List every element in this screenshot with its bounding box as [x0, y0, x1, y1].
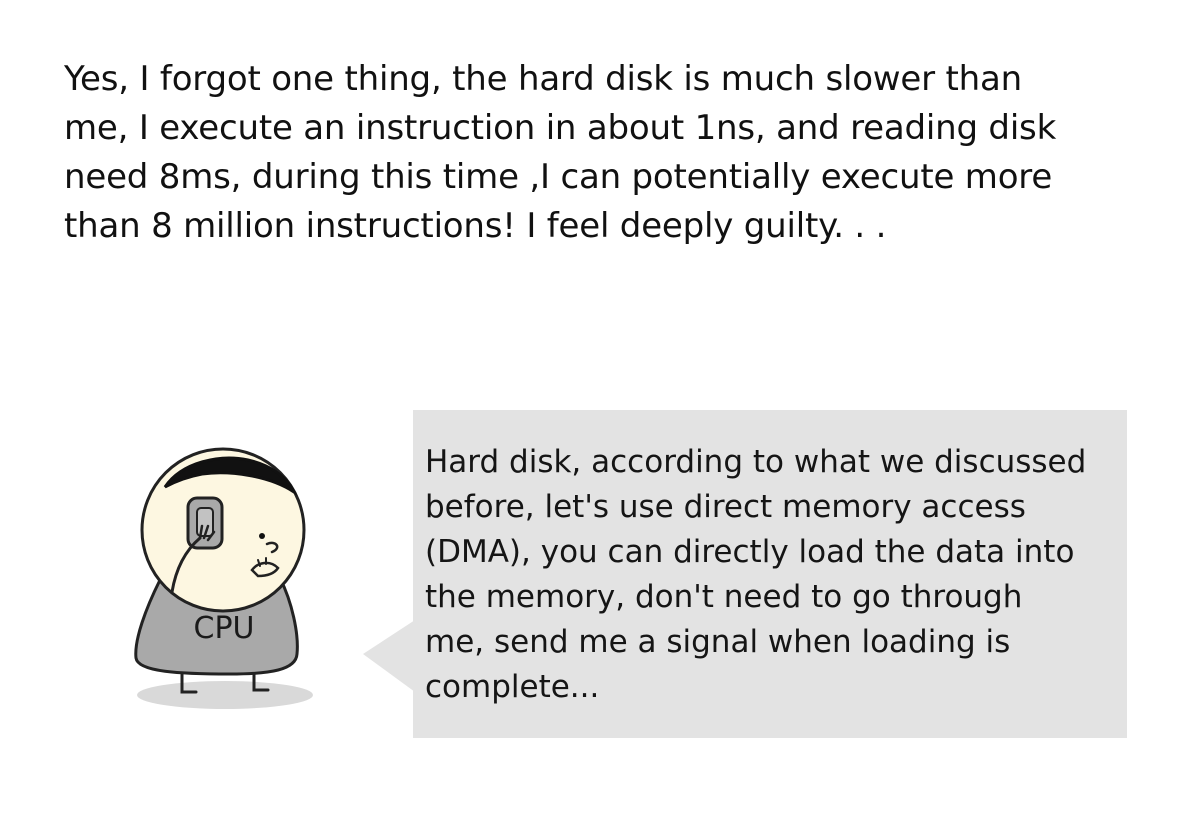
bubble-line: Hard disk, according to what we discusse…	[425, 444, 1087, 480]
character-shadow	[137, 681, 313, 709]
character-label: CPU	[194, 611, 255, 646]
bubble-line: complete...	[425, 669, 600, 705]
speech-bubble: Hard disk, according to what we discusse…	[413, 410, 1127, 738]
speech-bubble-text: Hard disk, according to what we discusse…	[425, 440, 1125, 710]
narration-line: me, I execute an instruction in about 1n…	[64, 108, 1057, 148]
narration-line: need 8ms, during this time ,I can potent…	[64, 157, 1053, 197]
bubble-line: the memory, don't need to go through	[425, 579, 1023, 615]
cpu-character-illustration: CPU	[134, 447, 313, 709]
speech-bubble-tail	[363, 620, 415, 692]
character-eye	[259, 533, 265, 539]
narration-line: than 8 million instructions! I feel deep…	[64, 206, 887, 246]
narration-text: Yes, I forgot one thing, the hard disk i…	[64, 55, 1144, 251]
bubble-line: (DMA), you can directly load the data in…	[425, 534, 1075, 570]
bubble-line: before, let's use direct memory access	[425, 489, 1026, 525]
bubble-line: me, send me a signal when loading is	[425, 624, 1011, 660]
narration-line: Yes, I forgot one thing, the hard disk i…	[64, 59, 1022, 99]
